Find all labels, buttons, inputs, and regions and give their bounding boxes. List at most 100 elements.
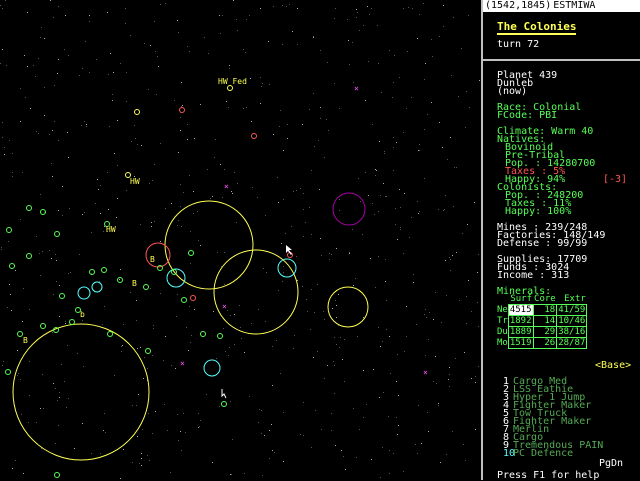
- star: [412, 8, 413, 9]
- help-hint: Press F1 for help: [497, 470, 600, 481]
- star: [258, 422, 259, 423]
- enemy-ship-icon[interactable]: ×: [224, 182, 229, 191]
- planet-marker[interactable]: [101, 267, 107, 273]
- star: [417, 453, 418, 454]
- star: [180, 206, 181, 207]
- planet-marker[interactable]: [69, 319, 75, 325]
- star: [11, 310, 12, 311]
- planet-marker[interactable]: [143, 284, 149, 290]
- star: [417, 38, 418, 39]
- star: [153, 325, 154, 326]
- planet-marker[interactable]: [59, 293, 65, 299]
- star: [327, 62, 328, 63]
- planet-marker[interactable]: [179, 107, 185, 113]
- star: [399, 189, 400, 190]
- planet-marker[interactable]: [251, 133, 257, 139]
- star: [378, 211, 379, 212]
- star: [363, 417, 364, 418]
- planet-marker[interactable]: [190, 295, 196, 301]
- planet-marker[interactable]: [145, 348, 151, 354]
- star: [317, 284, 318, 285]
- star: [123, 449, 124, 450]
- planet-marker[interactable]: [5, 369, 11, 375]
- ship-list-item[interactable]: 10PC Defence: [503, 449, 573, 459]
- star: [187, 124, 188, 125]
- star: [258, 309, 259, 310]
- star: [121, 351, 122, 352]
- star: [198, 427, 199, 428]
- star: [329, 253, 330, 254]
- star: [230, 315, 231, 316]
- star: [313, 357, 314, 358]
- planet-marker[interactable]: [227, 85, 233, 91]
- planet-marker[interactable]: [6, 227, 12, 233]
- star: [390, 373, 391, 374]
- star: [334, 393, 335, 394]
- enemy-ship-icon[interactable]: ×: [180, 359, 185, 368]
- star: [396, 417, 397, 418]
- base-button[interactable]: <Base>: [595, 360, 631, 371]
- defense-count[interactable]: Defense : 99/99: [497, 238, 587, 249]
- star: [379, 397, 380, 398]
- enemy-ship-icon[interactable]: ×: [423, 368, 428, 377]
- star: [269, 458, 270, 459]
- starmap-canvas[interactable]: × × × × ×: [0, 0, 481, 480]
- star: [79, 254, 80, 255]
- planet-marker[interactable]: [217, 333, 223, 339]
- star: [251, 121, 252, 122]
- planet-marker[interactable]: [40, 323, 46, 329]
- star: [58, 425, 59, 426]
- star: [194, 138, 195, 139]
- star: [461, 48, 462, 49]
- star: [107, 172, 108, 173]
- planet-marker[interactable]: [134, 109, 140, 115]
- star: [358, 178, 359, 179]
- star: [103, 430, 104, 431]
- star: [207, 169, 208, 170]
- planet-marker[interactable]: [54, 231, 60, 237]
- planet-marker[interactable]: [188, 250, 194, 256]
- mineral-surface: 1889: [507, 326, 534, 338]
- planet-marker[interactable]: [17, 331, 23, 337]
- planet-marker[interactable]: [107, 331, 113, 337]
- star: [404, 351, 405, 352]
- star: [177, 20, 178, 21]
- star: [112, 94, 113, 95]
- mineral-row: Mo 1519 26 28/87: [497, 337, 588, 349]
- planet-marker[interactable]: [26, 253, 32, 259]
- enemy-ship-icon[interactable]: ×: [354, 84, 359, 93]
- star: [36, 236, 37, 237]
- star: [104, 413, 105, 414]
- star: [79, 75, 80, 76]
- star: [152, 355, 153, 356]
- planet-fcode[interactable]: FCode: PBI: [497, 110, 557, 121]
- planet-marker[interactable]: [200, 331, 206, 337]
- star: [219, 406, 220, 407]
- star: [395, 224, 396, 225]
- star: [416, 324, 417, 325]
- star: [393, 170, 394, 171]
- planet-marker[interactable]: [221, 401, 227, 407]
- starmap[interactable]: × × × × × HW Fed HW HW B B B b: [0, 0, 481, 480]
- page-down-button[interactable]: PgDn: [599, 458, 623, 469]
- minefield-circle: [213, 249, 299, 335]
- star: [283, 199, 284, 200]
- star: [465, 460, 466, 461]
- planets: × × × × ×: [5, 84, 428, 478]
- planet-marker[interactable]: [26, 205, 32, 211]
- star: [356, 17, 357, 18]
- star: [372, 124, 373, 125]
- star: [163, 360, 164, 361]
- star: [144, 43, 145, 44]
- planet-marker[interactable]: [157, 265, 163, 271]
- map-label-hw: HW: [106, 225, 116, 234]
- star: [367, 6, 368, 7]
- planet-marker[interactable]: [181, 297, 187, 303]
- mineral-core: 26: [532, 337, 558, 349]
- planet-marker[interactable]: [54, 472, 60, 478]
- star: [20, 121, 21, 122]
- star: [212, 462, 213, 463]
- enemy-ship-icon[interactable]: ×: [222, 302, 227, 311]
- star: [157, 56, 158, 57]
- planet-marker[interactable]: [9, 263, 15, 269]
